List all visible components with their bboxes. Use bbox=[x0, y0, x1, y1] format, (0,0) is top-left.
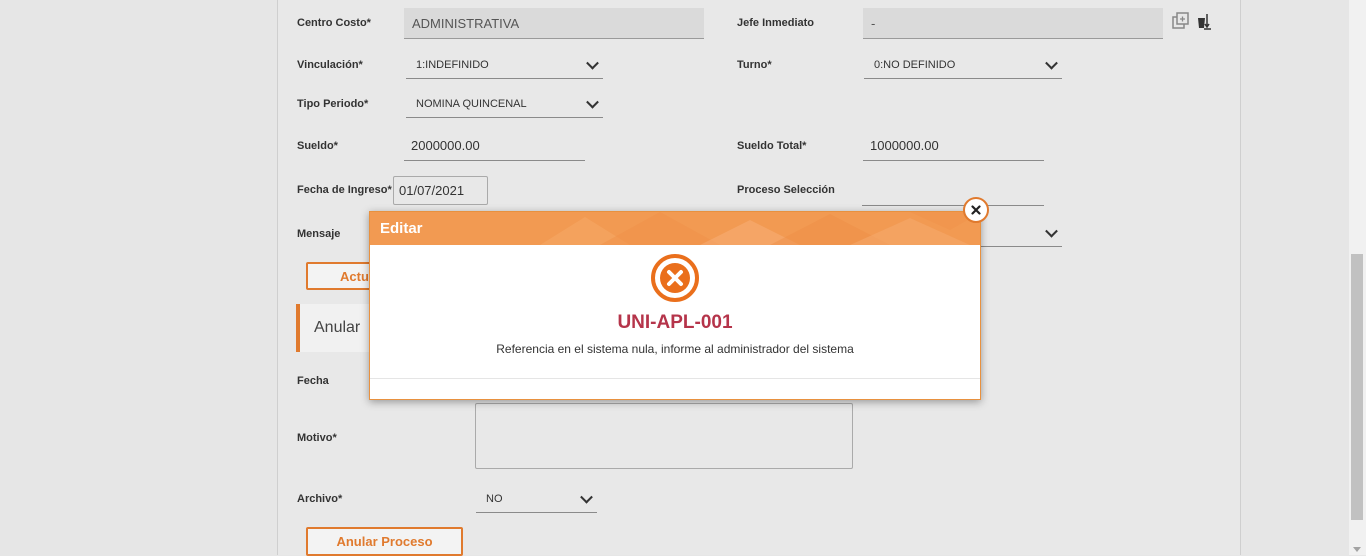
mensaje-label: Mensaje bbox=[297, 228, 341, 240]
anular-proceso-button[interactable]: Anular Proceso bbox=[306, 527, 463, 556]
side-icons bbox=[1172, 12, 1212, 35]
archivo-label: Archivo* bbox=[297, 493, 343, 505]
circle-x-icon bbox=[650, 253, 700, 308]
fecha-label: Fecha bbox=[297, 375, 329, 387]
archivo-select[interactable]: NO bbox=[476, 486, 597, 513]
scrollbar-thumb[interactable] bbox=[1351, 254, 1363, 520]
centro-costo-field: ADMINISTRATIVA bbox=[404, 8, 704, 39]
proceso-seleccion-label: Proceso Selección bbox=[737, 184, 835, 196]
fecha-ingreso-label: Fecha de Ingreso* bbox=[297, 184, 392, 196]
fecha-ingreso-input[interactable]: 01/07/2021 bbox=[393, 176, 488, 205]
sueldo-total-label: Sueldo Total* bbox=[737, 140, 807, 152]
tipo-periodo-select[interactable]: NOMINA QUINCENAL bbox=[406, 91, 603, 118]
jefe-inmediato-label: Jefe Inmediato bbox=[737, 17, 815, 29]
tipo-periodo-value: NOMINA QUINCENAL bbox=[416, 98, 527, 110]
scroll-down-icon[interactable] bbox=[1353, 547, 1361, 552]
chevron-down-icon bbox=[580, 490, 593, 504]
error-dialog: Editar UNI-APL-001 Referencia en el sist… bbox=[369, 211, 981, 400]
close-icon bbox=[971, 205, 981, 215]
turno-label: Turno* bbox=[737, 59, 772, 71]
vinculacion-value: 1:INDEFINIDO bbox=[416, 59, 489, 71]
error-code: UNI-APL-001 bbox=[617, 312, 733, 333]
titlebar-pattern bbox=[540, 212, 980, 245]
archivo-value: NO bbox=[486, 493, 503, 505]
turno-value: 0:NO DEFINIDO bbox=[874, 59, 956, 71]
dialog-title: Editar bbox=[380, 220, 423, 237]
sueldo-input[interactable]: 2000000.00 bbox=[404, 130, 585, 161]
turno-select[interactable]: 0:NO DEFINIDO bbox=[864, 52, 1062, 79]
sueldo-total-input[interactable]: 1000000.00 bbox=[863, 130, 1044, 161]
dialog-close-button[interactable] bbox=[963, 197, 989, 223]
motivo-textarea[interactable] bbox=[475, 403, 853, 469]
sueldo-label: Sueldo* bbox=[297, 140, 338, 152]
chevron-down-icon bbox=[1045, 224, 1058, 238]
dialog-footer-divider bbox=[370, 378, 980, 379]
copy-icon[interactable] bbox=[1172, 12, 1190, 35]
tipo-periodo-label: Tipo Periodo* bbox=[297, 98, 369, 110]
chevron-down-icon bbox=[586, 95, 599, 109]
chevron-down-icon bbox=[1045, 56, 1058, 70]
page-scrollbar[interactable] bbox=[1349, 0, 1366, 555]
jefe-inmediato-field: - bbox=[863, 8, 1163, 39]
dialog-titlebar: Editar bbox=[370, 212, 980, 245]
motivo-label: Motivo* bbox=[297, 432, 337, 444]
bucket-icon[interactable] bbox=[1196, 12, 1212, 35]
vinculacion-select[interactable]: 1:INDEFINIDO bbox=[406, 52, 603, 79]
vinculacion-label: Vinculación* bbox=[297, 59, 363, 71]
centro-costo-label: Centro Costo* bbox=[297, 17, 371, 29]
error-message: Referencia en el sistema nula, informe a… bbox=[496, 342, 854, 356]
proceso-seleccion-input[interactable] bbox=[862, 176, 1044, 206]
chevron-down-icon bbox=[586, 56, 599, 70]
